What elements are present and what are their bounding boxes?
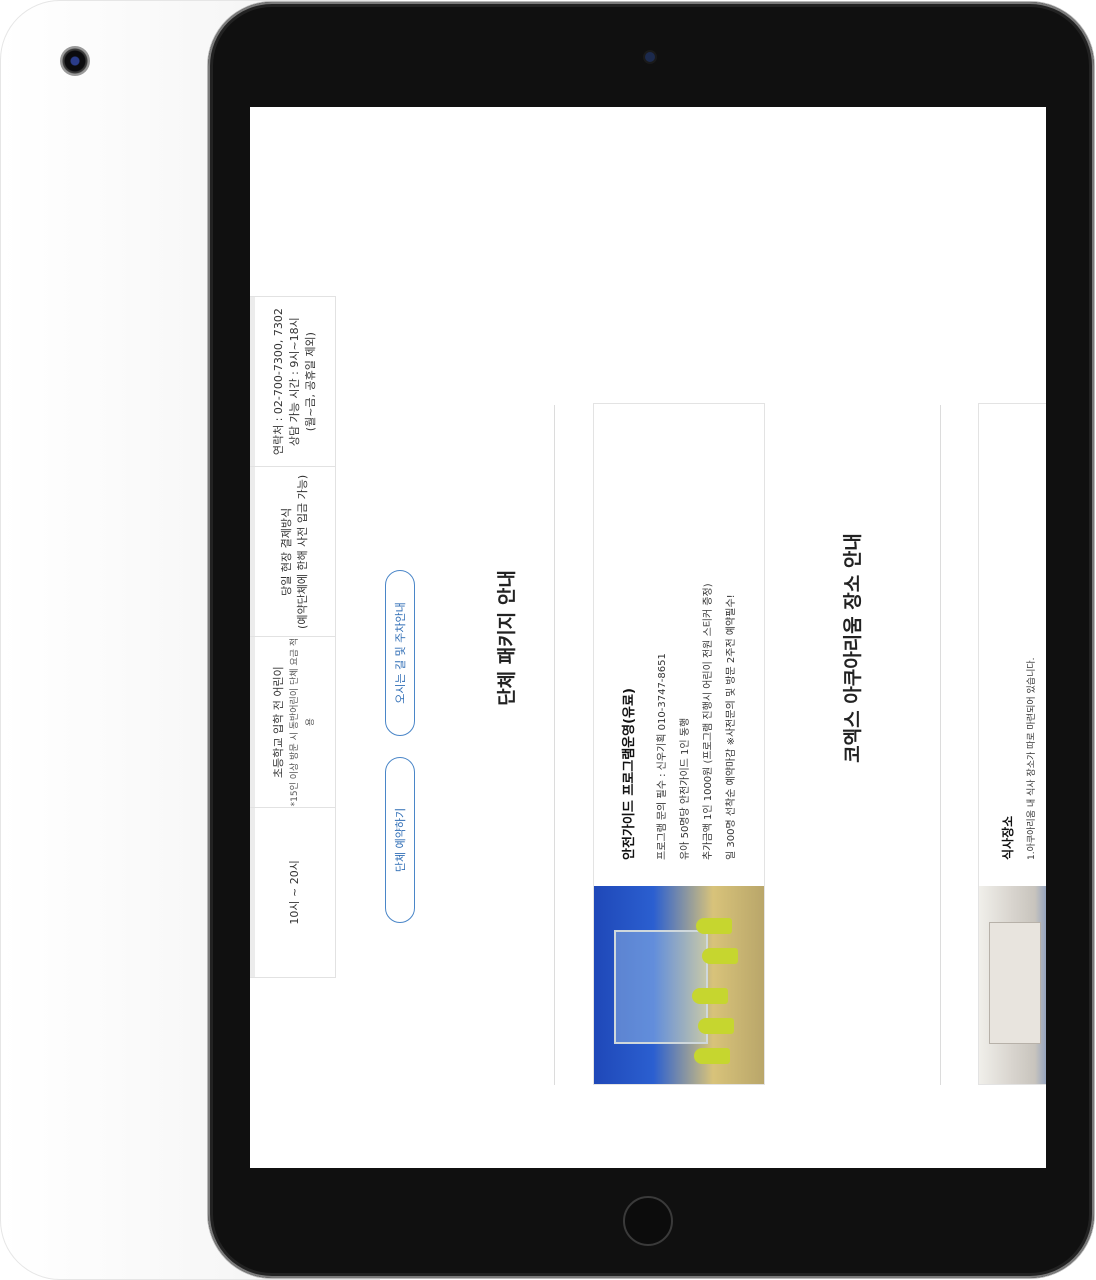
contact-note: (월~금, 공휴일 제외) [304,332,317,432]
info-table: 10시 ~ 20시 초등학교 입학 전 어린이 *15인 이상 방문 시 동반어… [250,296,336,978]
target-note: *15인 이상 방문 시 동반어린이 단체 요금 적용 [290,637,316,807]
guide-line: 일 300명 선착순 예약마감 ※사전문의 및 방문 2주전 예약필수! [726,594,737,860]
contact-text: 연락처 : 02-700-7300, 7302 [272,308,285,456]
rear-camera-icon [60,46,90,76]
safety-guide-card: 안전가이드 프로그램운영(유료) 프로그램 문의 필수 : 신우기획 010-3… [593,403,765,1085]
places-section-title: 코엑스 아쿠아리움 장소 안내 [842,533,864,763]
contact-hours: 상담 가능 시간 : 9시~18시 [288,317,301,447]
info-cell-hours: 10시 ~ 20시 [250,806,335,977]
guide-line: 유아 50명당 안전가이드 1인 동행 [680,717,691,860]
payment-text: 당일 현장 결제방식 [280,507,293,596]
guide-line: 프로그램 문의 필수 : 신우기획 010-3747-8651 [657,653,668,860]
safety-guide-title: 안전가이드 프로그램운영(유료) [622,688,637,860]
section-divider [940,405,941,1085]
dining-place-photo [979,886,1046,1084]
dining-place-card: 식사장소 1.아쿠아리움 내 식사 장소가 따로 마련되어 있습니다. [978,403,1046,1085]
info-cell-contact: 연락처 : 02-700-7300, 7302 상담 가능 시간 : 9시~18… [250,297,335,467]
section-divider [554,405,555,1085]
target-text: 초등학교 입학 전 어린이 [272,666,285,778]
dining-place-text: 1.아쿠아리움 내 식사 장소가 따로 마련되어 있습니다. [1027,657,1037,861]
dining-place-title: 식사장소 [1001,815,1015,860]
safety-guide-photo [594,886,764,1084]
rotated-page: 10시 ~ 20시 초등학교 입학 전 어린이 *15인 이상 방문 시 동반어… [250,107,1046,1168]
group-reserve-button[interactable]: 단체 예약하기 [385,757,415,923]
package-section-title: 단체 패키지 안내 [496,570,518,706]
directions-parking-button[interactable]: 오시는 길 및 주차안내 [385,570,415,736]
info-cell-payment: 당일 현장 결제방식 (예약단체에 한해 사전 입금 가능) [250,466,335,637]
hours-text: 10시 ~ 20시 [288,860,301,925]
dining-place-body: 식사장소 1.아쿠아리움 내 식사 장소가 따로 마련되어 있습니다. [999,414,1037,861]
safety-guide-body: 안전가이드 프로그램운영(유료) 프로그램 문의 필수 : 신우기획 010-3… [618,414,743,860]
tablet-screen: 10시 ~ 20시 초등학교 입학 전 어린이 *15인 이상 방문 시 동반어… [250,107,1046,1168]
payment-note: (예약단체에 한해 사전 입금 가능) [296,474,309,629]
front-camera-icon [645,52,655,62]
info-cell-target: 초등학교 입학 전 어린이 *15인 이상 방문 시 동반어린이 단체 요금 적… [250,636,335,807]
guide-line: 추가금액 1인 1000원 (프로그램 진행시 어린이 전원 스티커 증정) [703,583,714,860]
home-button[interactable] [623,1196,673,1246]
